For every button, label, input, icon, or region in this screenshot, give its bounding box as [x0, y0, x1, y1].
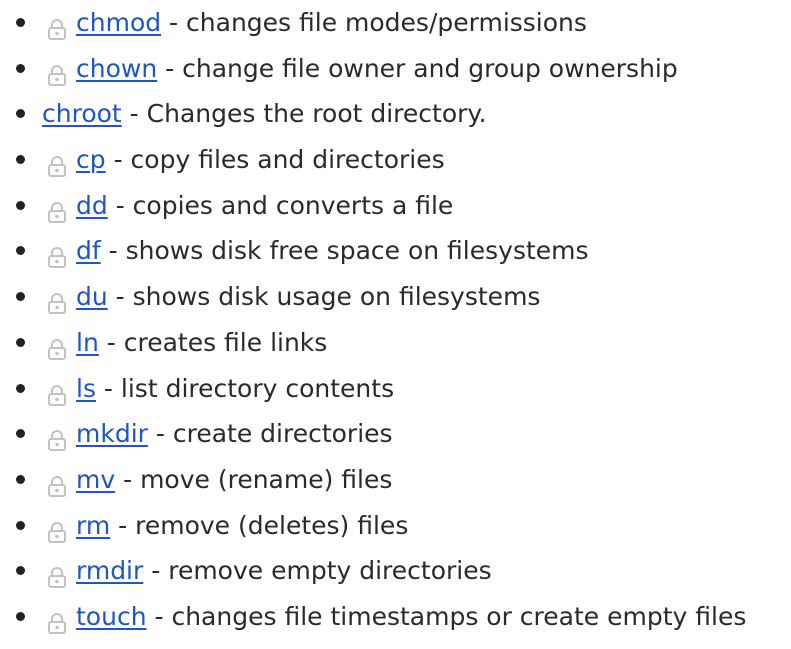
list-item: rm - remove (deletes) files: [0, 503, 791, 549]
list-item-content: chown - change file owner and group owne…: [45, 46, 678, 92]
list-item-content: mkdir - create directories: [45, 411, 393, 457]
list-item-content: chmod - changes file modes/permissions: [45, 0, 587, 46]
command-link[interactable]: chown: [76, 54, 157, 83]
separator: -: [157, 53, 183, 83]
lock-icon: [45, 329, 69, 360]
lock-icon: [45, 283, 69, 315]
list-item-content: du - shows disk usage on filesystems: [45, 274, 540, 320]
separator: -: [161, 8, 187, 37]
separator: -: [110, 510, 136, 540]
list-item-content: touch - changes file timestamps or creat…: [45, 594, 746, 640]
bullet: [16, 109, 25, 119]
command-link[interactable]: cp: [76, 145, 106, 174]
command-description: Changes the root directory.: [146, 99, 487, 129]
separator: -: [98, 327, 124, 357]
command-description: list directory contents: [120, 373, 395, 403]
command-link[interactable]: ls: [76, 374, 96, 403]
command-description: copy files and directories: [130, 145, 445, 175]
list-item-content: rmdir - remove empty directories: [45, 548, 492, 594]
lock-icon: [45, 512, 69, 543]
list-item: rmdir - remove empty directories: [0, 548, 791, 594]
bullet: [16, 520, 25, 530]
command-list: chmod - changes file modes/permissions c…: [0, 0, 791, 640]
separator: -: [146, 601, 172, 631]
command-description: remove empty directories: [168, 556, 492, 586]
lock-icon: [45, 146, 69, 178]
command-description: creates file links: [123, 327, 328, 357]
command-link[interactable]: rmdir: [76, 556, 143, 585]
separator: -: [147, 419, 173, 449]
list-item: ls - list directory contents: [0, 366, 791, 412]
list-item-content: chroot - Changes the root directory.: [42, 91, 487, 137]
command-link[interactable]: ln: [76, 328, 99, 357]
command-description: create directories: [172, 419, 393, 449]
bullet: [16, 383, 25, 393]
bullet: [16, 155, 25, 165]
lock-icon: [45, 192, 69, 223]
list-item: mv - move (rename) files: [0, 457, 791, 503]
bullet: [16, 292, 25, 302]
list-item: du - shows disk usage on filesystems: [0, 274, 791, 320]
bullet: [16, 429, 25, 439]
separator: -: [121, 99, 147, 129]
lock-icon: [45, 375, 69, 406]
command-link[interactable]: touch: [76, 602, 147, 631]
command-description: shows disk usage on filesystems: [132, 282, 541, 312]
bullet: [16, 63, 25, 73]
list-item: ln - creates file links: [0, 320, 791, 366]
list-item: df - shows disk free space on filesystem…: [0, 228, 791, 274]
command-link[interactable]: du: [76, 282, 108, 311]
bullet: [16, 18, 25, 27]
bullet: [16, 474, 25, 484]
bullet: [16, 611, 25, 621]
command-link[interactable]: rm: [76, 511, 110, 540]
command-description: move (rename) files: [140, 464, 393, 494]
list-item: chroot - Changes the root directory.: [0, 91, 791, 137]
separator: -: [105, 145, 131, 175]
lock-icon: [45, 237, 69, 269]
list-item: chmod - changes file modes/permissions: [0, 0, 791, 46]
separator: -: [115, 464, 141, 494]
separator: -: [100, 236, 126, 266]
list-item-content: rm - remove (deletes) files: [45, 503, 408, 549]
lock-icon: [45, 55, 69, 86]
lock-icon: [45, 557, 69, 589]
lock-icon: [45, 420, 69, 452]
lock-icon: [45, 9, 69, 40]
command-link[interactable]: dd: [76, 191, 108, 220]
list-item: dd - copies and converts a file: [0, 183, 791, 229]
separator: -: [107, 190, 133, 220]
list-item-content: cp - copy files and directories: [45, 137, 445, 183]
list-item-content: ls - list directory contents: [45, 366, 394, 412]
list-item: chown - change file owner and group owne…: [0, 46, 791, 92]
command-description: shows disk free space on filesystems: [125, 236, 589, 266]
separator: -: [143, 556, 169, 586]
command-link[interactable]: chroot: [42, 99, 122, 128]
list-item: cp - copy files and directories: [0, 137, 791, 183]
lock-icon: [45, 603, 69, 634]
command-description: remove (deletes) files: [135, 510, 409, 540]
command-description: copies and converts a file: [132, 190, 454, 220]
command-description: changes file modes/permissions: [186, 8, 587, 37]
list-item-content: ln - creates file links: [45, 320, 327, 366]
command-link[interactable]: mkdir: [76, 419, 148, 448]
list-item-content: dd - copies and converts a file: [45, 183, 453, 229]
command-link[interactable]: mv: [76, 465, 115, 494]
command-description: changes file timestamps or create empty …: [171, 601, 747, 631]
list-item-content: df - shows disk free space on filesystem…: [45, 228, 589, 274]
separator: -: [95, 373, 121, 403]
bullet: [16, 200, 25, 210]
separator: -: [107, 282, 133, 312]
command-description: change file owner and group ownership: [182, 53, 678, 83]
command-link[interactable]: df: [76, 236, 101, 265]
bullet: [16, 566, 25, 576]
lock-icon: [45, 466, 69, 497]
bullet: [16, 337, 25, 347]
command-link[interactable]: chmod: [76, 8, 161, 37]
list-item: touch - changes file timestamps or creat…: [0, 594, 791, 640]
bullet: [16, 246, 25, 256]
list-item-content: mv - move (rename) files: [45, 457, 392, 503]
list-item: mkdir - create directories: [0, 411, 791, 457]
